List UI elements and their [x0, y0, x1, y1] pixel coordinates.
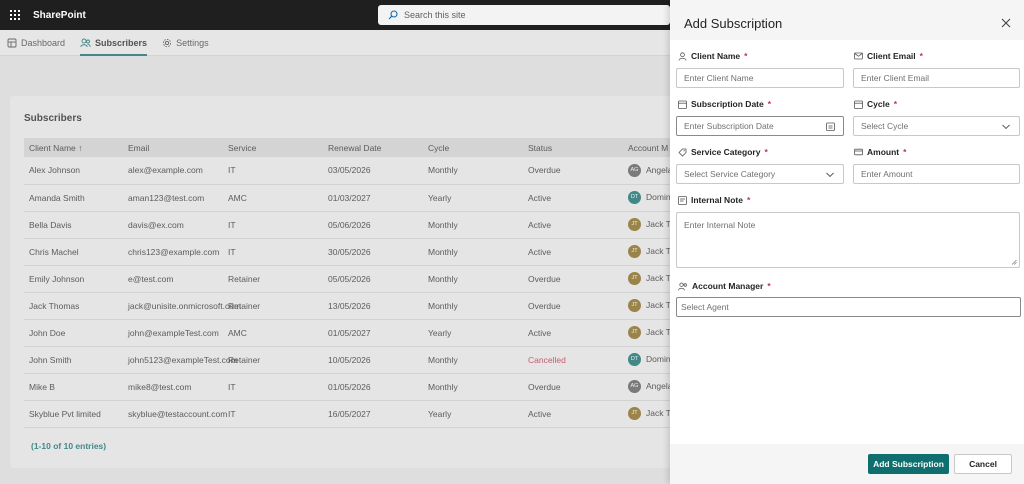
cycle-select[interactable]: Select Cycle	[853, 116, 1020, 136]
add-subscription-button[interactable]: Add Subscription	[868, 454, 949, 474]
mail-icon	[854, 52, 863, 60]
search-icon	[388, 10, 398, 20]
client-email-placeholder: Enter Client Email	[861, 73, 930, 83]
required-mark: *	[744, 51, 748, 61]
calendar-picker-icon[interactable]	[826, 122, 835, 131]
add-subscription-panel: Add Subscription Client Name * Enter Clie…	[670, 0, 1024, 484]
internal-note-label: Internal Note *	[678, 195, 750, 205]
account-manager-label-text: Account Manager	[692, 281, 764, 291]
cycle-placeholder: Select Cycle	[861, 121, 909, 131]
tag-icon	[678, 148, 687, 157]
app-launcher-button[interactable]	[0, 0, 30, 30]
account-manager-picker[interactable]: Select Agent	[676, 297, 1021, 317]
panel-title: Add Subscription	[684, 16, 783, 31]
required-mark: *	[764, 147, 768, 157]
service-category-label-text: Service Category	[691, 147, 761, 157]
amount-label: Amount *	[854, 147, 906, 157]
required-mark: *	[767, 281, 771, 291]
cycle-label-text: Cycle	[867, 99, 890, 109]
account-manager-placeholder: Select Agent	[681, 302, 729, 312]
people-icon	[678, 282, 687, 290]
amount-label-text: Amount	[867, 147, 900, 157]
chevron-down-icon	[826, 172, 834, 178]
internal-note-placeholder: Enter Internal Note	[684, 220, 756, 230]
close-icon[interactable]	[1000, 17, 1012, 29]
required-mark: *	[893, 99, 897, 109]
service-category-placeholder: Select Service Category	[684, 169, 776, 179]
cancel-button[interactable]: Cancel	[954, 454, 1012, 474]
required-mark: *	[903, 147, 907, 157]
service-category-select[interactable]: Select Service Category	[676, 164, 844, 184]
money-icon	[854, 148, 863, 156]
note-icon	[678, 195, 687, 205]
cycle-label: Cycle *	[854, 99, 897, 109]
client-name-input[interactable]: Enter Client Name	[676, 68, 844, 88]
required-mark: *	[767, 99, 772, 109]
required-mark: *	[919, 51, 923, 61]
panel-header: Add Subscription	[670, 0, 1024, 40]
required-mark: *	[746, 195, 751, 205]
brand-title[interactable]: SharePoint	[33, 10, 86, 21]
subscription-date-label-text: Subscription Date	[691, 99, 764, 109]
service-category-label: Service Category *	[678, 147, 768, 157]
search-placeholder: Search this site	[404, 10, 466, 20]
panel-footer: Add Subscription Cancel	[670, 444, 1024, 484]
internal-note-label-text: Internal Note	[691, 195, 743, 205]
client-email-label-text: Client Email	[867, 51, 916, 61]
client-email-label: Client Email *	[854, 51, 923, 61]
client-email-input[interactable]: Enter Client Email	[853, 68, 1020, 88]
waffle-icon	[10, 10, 20, 20]
client-name-label-text: Client Name	[691, 51, 741, 61]
subscription-date-placeholder: Enter Subscription Date	[684, 121, 774, 131]
amount-input[interactable]: Enter Amount	[853, 164, 1020, 184]
modal-overlay[interactable]	[0, 30, 670, 484]
client-name-placeholder: Enter Client Name	[684, 73, 754, 83]
chevron-down-icon	[1002, 124, 1010, 130]
subscription-date-input[interactable]: Enter Subscription Date	[676, 116, 844, 136]
resize-handle-icon[interactable]	[1011, 259, 1017, 265]
client-name-label: Client Name *	[678, 51, 747, 61]
account-manager-label: Account Manager *	[678, 281, 771, 291]
person-icon	[678, 51, 687, 61]
internal-note-textarea[interactable]: Enter Internal Note	[676, 212, 1020, 268]
subscription-date-label: Subscription Date *	[678, 99, 771, 109]
amount-placeholder: Enter Amount	[861, 169, 913, 179]
calendar-icon	[678, 100, 687, 109]
search-box[interactable]: Search this site	[378, 5, 670, 25]
calendar-icon	[854, 100, 863, 109]
